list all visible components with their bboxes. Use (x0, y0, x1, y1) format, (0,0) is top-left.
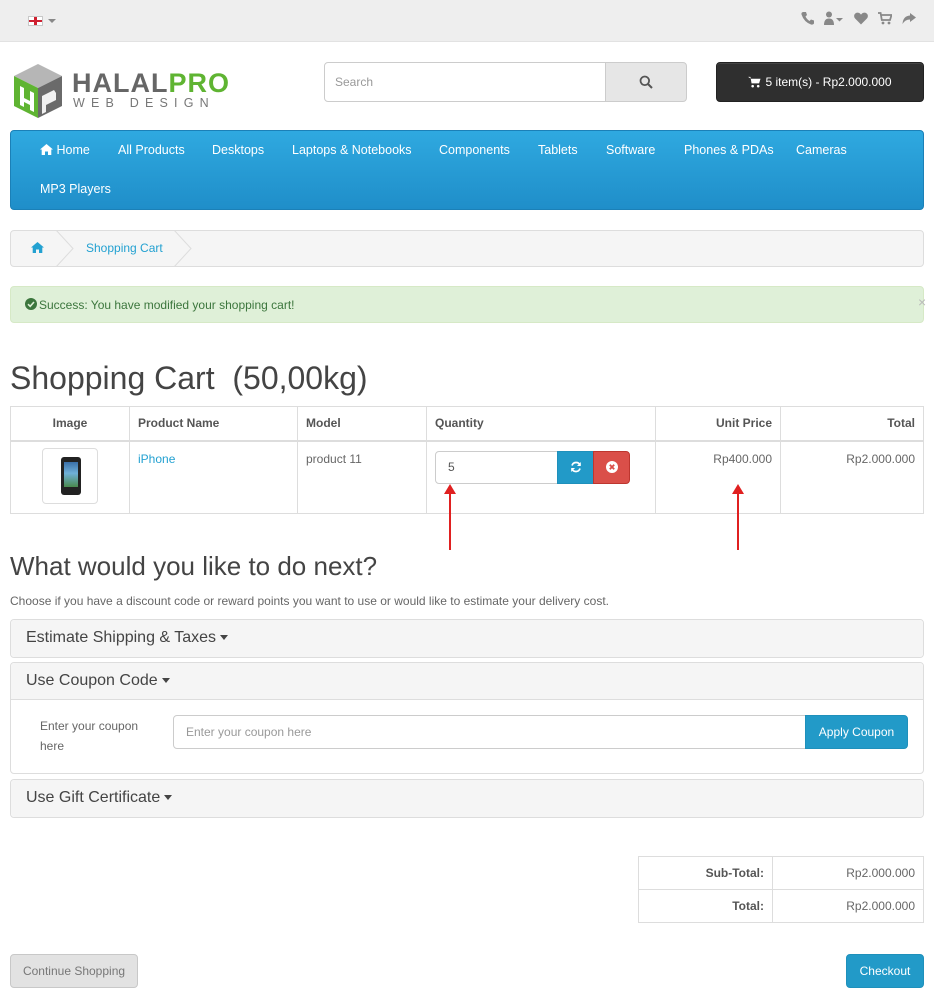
shipping-panel-toggle[interactable]: Estimate Shipping & Taxes (11, 620, 923, 657)
home-icon[interactable] (31, 242, 44, 253)
column-header-image: Image (10, 406, 130, 442)
nav-item-cameras[interactable]: Cameras (796, 143, 847, 157)
refresh-icon (570, 461, 581, 473)
cart-summary-button[interactable]: 5 item(s) - Rp2.000.000 (716, 62, 924, 102)
top-bar (0, 0, 934, 42)
nav-item-tablets[interactable]: Tablets (538, 143, 578, 157)
alert-message: Success: You have modified your shopping… (39, 298, 295, 312)
search-bar (324, 62, 687, 102)
shopping-cart-icon (748, 76, 761, 88)
coupon-panel-toggle[interactable]: Use Coupon Code (11, 663, 923, 700)
update-quantity-button[interactable] (557, 450, 594, 484)
checkout-button[interactable]: Checkout (846, 954, 924, 988)
nav-item-phones-pdas[interactable]: Phones & PDAs (684, 143, 774, 157)
breadcrumb-separator-icon (55, 230, 74, 267)
logo-cube-icon (14, 64, 62, 118)
nav-item-components[interactable]: Components (439, 143, 510, 157)
nav-item-desktops[interactable]: Desktops (212, 143, 264, 157)
nav-item-software[interactable]: Software (606, 143, 655, 157)
top-links (801, 11, 916, 29)
quantity-cell (426, 440, 656, 514)
column-header-total: Total (780, 406, 924, 442)
share-icon[interactable] (902, 11, 916, 29)
next-steps-title: What would you like to do next? (10, 551, 378, 581)
search-button[interactable] (605, 62, 687, 102)
remove-item-button[interactable] (593, 450, 630, 484)
caret-down-icon (161, 678, 170, 684)
close-icon[interactable]: × (918, 294, 926, 310)
success-alert: Success: You have modified your shopping… (10, 286, 924, 323)
coupon-panel: Use Coupon Code Enter your coupon here A… (10, 662, 924, 774)
breadcrumb: Shopping Cart (10, 230, 924, 267)
nav-item-mp3-players[interactable]: MP3 Players (40, 182, 111, 196)
subtotal-value: Rp2.000.000 (772, 856, 924, 890)
home-icon (40, 144, 53, 155)
column-header-product-name: Product Name (129, 406, 298, 442)
column-header-model: Model (297, 406, 427, 442)
gift-certificate-panel-toggle[interactable]: Use Gift Certificate (11, 780, 923, 817)
logo-text-halal: HALAL (72, 68, 169, 98)
gift-certificate-panel: Use Gift Certificate (10, 779, 924, 818)
shipping-panel: Estimate Shipping & Taxes (10, 619, 924, 658)
page-title: Shopping Cart (50,00kg) (10, 360, 368, 396)
annotation-arrow-unit-price (732, 484, 744, 550)
nav-item-laptops-notebooks[interactable]: Laptops & Notebooks (292, 143, 412, 157)
subtotal-label: Sub-Total: (638, 856, 773, 890)
breadcrumb-shopping-cart[interactable]: Shopping Cart (86, 241, 163, 255)
row-total: Rp2.000.000 (780, 440, 924, 514)
check-circle-icon (25, 298, 37, 310)
total-label: Total: (638, 889, 773, 923)
caret-down-icon (220, 635, 229, 641)
coupon-input[interactable] (173, 715, 807, 749)
nav-item-home[interactable]: Home (40, 143, 90, 157)
phone-icon[interactable] (801, 11, 814, 29)
product-thumbnail[interactable] (42, 447, 98, 504)
product-name-cell: iPhone (129, 440, 298, 514)
user-account-icon[interactable] (824, 11, 844, 29)
breadcrumb-separator-icon (173, 230, 192, 267)
column-header-unit-price: Unit Price (655, 406, 781, 442)
uk-flag-icon[interactable] (28, 16, 43, 26)
cart-summary-label: 5 item(s) - Rp2.000.000 (765, 75, 892, 89)
logo-text-pro: PRO (168, 68, 230, 98)
shipping-panel-title: Estimate Shipping & Taxes (26, 629, 217, 646)
quantity-input[interactable] (435, 450, 559, 484)
unit-price: Rp400.000 (655, 440, 781, 514)
continue-shopping-button[interactable]: Continue Shopping (10, 954, 138, 988)
table-row: iPhone product 11 Rp400.000 Rp2.000.000 (10, 440, 924, 514)
annotation-arrow-quantity (444, 484, 456, 550)
nav-item-label: Home (56, 143, 90, 157)
table-header-row: Image Product Name Model Quantity Unit P… (10, 406, 924, 442)
iphone-image (61, 456, 81, 495)
totals-table: Sub-Total: Rp2.000.000 Total: Rp2.000.00… (638, 856, 924, 923)
quantity-group (435, 450, 630, 484)
product-image-cell (10, 440, 130, 514)
heart-icon[interactable] (854, 11, 868, 29)
remove-circle-icon (605, 461, 618, 473)
column-header-quantity: Quantity (426, 406, 656, 442)
coupon-panel-title: Use Coupon Code (26, 672, 158, 689)
table-row: Total: Rp2.000.000 (638, 889, 924, 923)
gift-certificate-panel-title: Use Gift Certificate (26, 789, 161, 806)
coupon-label: Enter your coupon here (40, 719, 139, 753)
main-menu: Home All Products Desktops Laptops & Not… (10, 130, 924, 210)
table-row: Sub-Total: Rp2.000.000 (638, 856, 924, 890)
product-name-link[interactable]: iPhone (138, 452, 175, 466)
chevron-down-icon[interactable] (48, 19, 56, 23)
logo-subtitle: WEB DESIGN (73, 96, 215, 110)
apply-coupon-button[interactable]: Apply Coupon (805, 715, 908, 749)
nav-item-all-products[interactable]: All Products (118, 143, 185, 157)
total-value: Rp2.000.000 (772, 889, 924, 923)
next-steps-intro: Choose if you have a discount code or re… (10, 594, 609, 608)
store-logo[interactable]: HALALPRO WEB DESIGN (10, 62, 229, 118)
product-model: product 11 (297, 440, 427, 514)
shopping-cart-icon[interactable] (878, 11, 893, 29)
caret-down-icon (164, 795, 173, 801)
search-icon (639, 75, 653, 89)
cart-table: Image Product Name Model Quantity Unit P… (10, 406, 924, 514)
search-input[interactable] (324, 62, 606, 102)
